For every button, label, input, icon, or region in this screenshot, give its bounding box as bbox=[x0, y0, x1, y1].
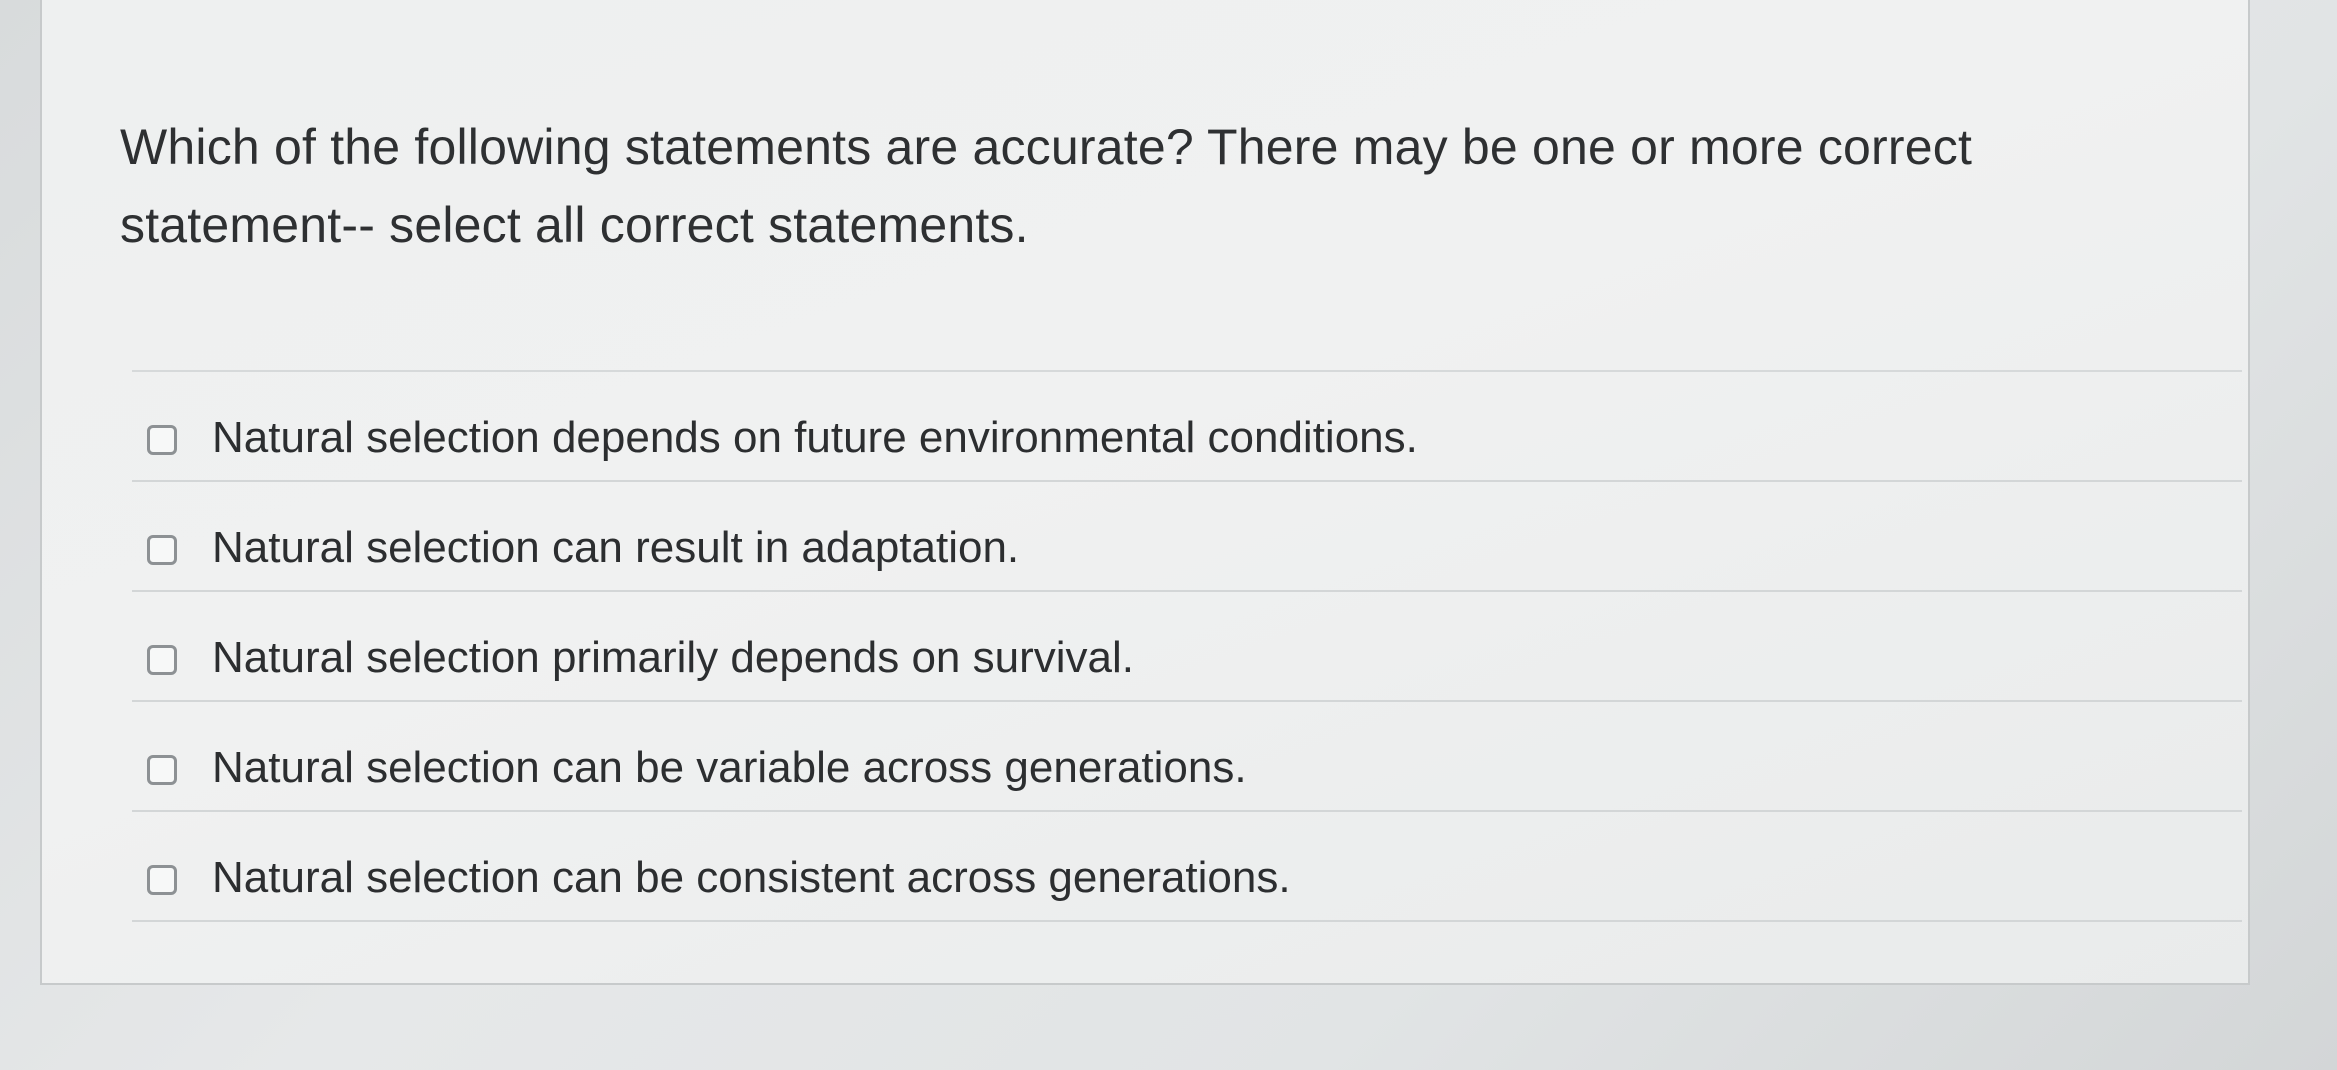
answer-option-label: Natural selection can result in adaptati… bbox=[212, 523, 1020, 572]
answer-option-5[interactable]: Natural selection can be consistent acro… bbox=[132, 812, 2242, 922]
answer-options-list: Natural selection depends on future envi… bbox=[132, 370, 2242, 922]
answer-option-label: Natural selection primarily depends on s… bbox=[212, 633, 1134, 682]
answer-option-label: Natural selection can be variable across… bbox=[212, 743, 1247, 792]
answer-option-2[interactable]: Natural selection can result in adaptati… bbox=[132, 482, 2242, 592]
answer-option-label: Natural selection depends on future envi… bbox=[212, 413, 1418, 462]
checkbox-icon[interactable] bbox=[147, 865, 177, 895]
checkbox-icon[interactable] bbox=[147, 755, 177, 785]
answer-option-3[interactable]: Natural selection primarily depends on s… bbox=[132, 592, 2242, 702]
answer-option-1[interactable]: Natural selection depends on future envi… bbox=[132, 372, 2242, 482]
checkbox-icon[interactable] bbox=[147, 645, 177, 675]
checkbox-icon[interactable] bbox=[147, 535, 177, 565]
question-prompt: Which of the following statements are ac… bbox=[120, 119, 1973, 253]
answer-option-label: Natural selection can be consistent acro… bbox=[212, 853, 1291, 902]
question-card: Which of the following statements are ac… bbox=[40, 0, 2250, 985]
checkbox-icon[interactable] bbox=[147, 425, 177, 455]
answer-option-4[interactable]: Natural selection can be variable across… bbox=[132, 702, 2242, 812]
